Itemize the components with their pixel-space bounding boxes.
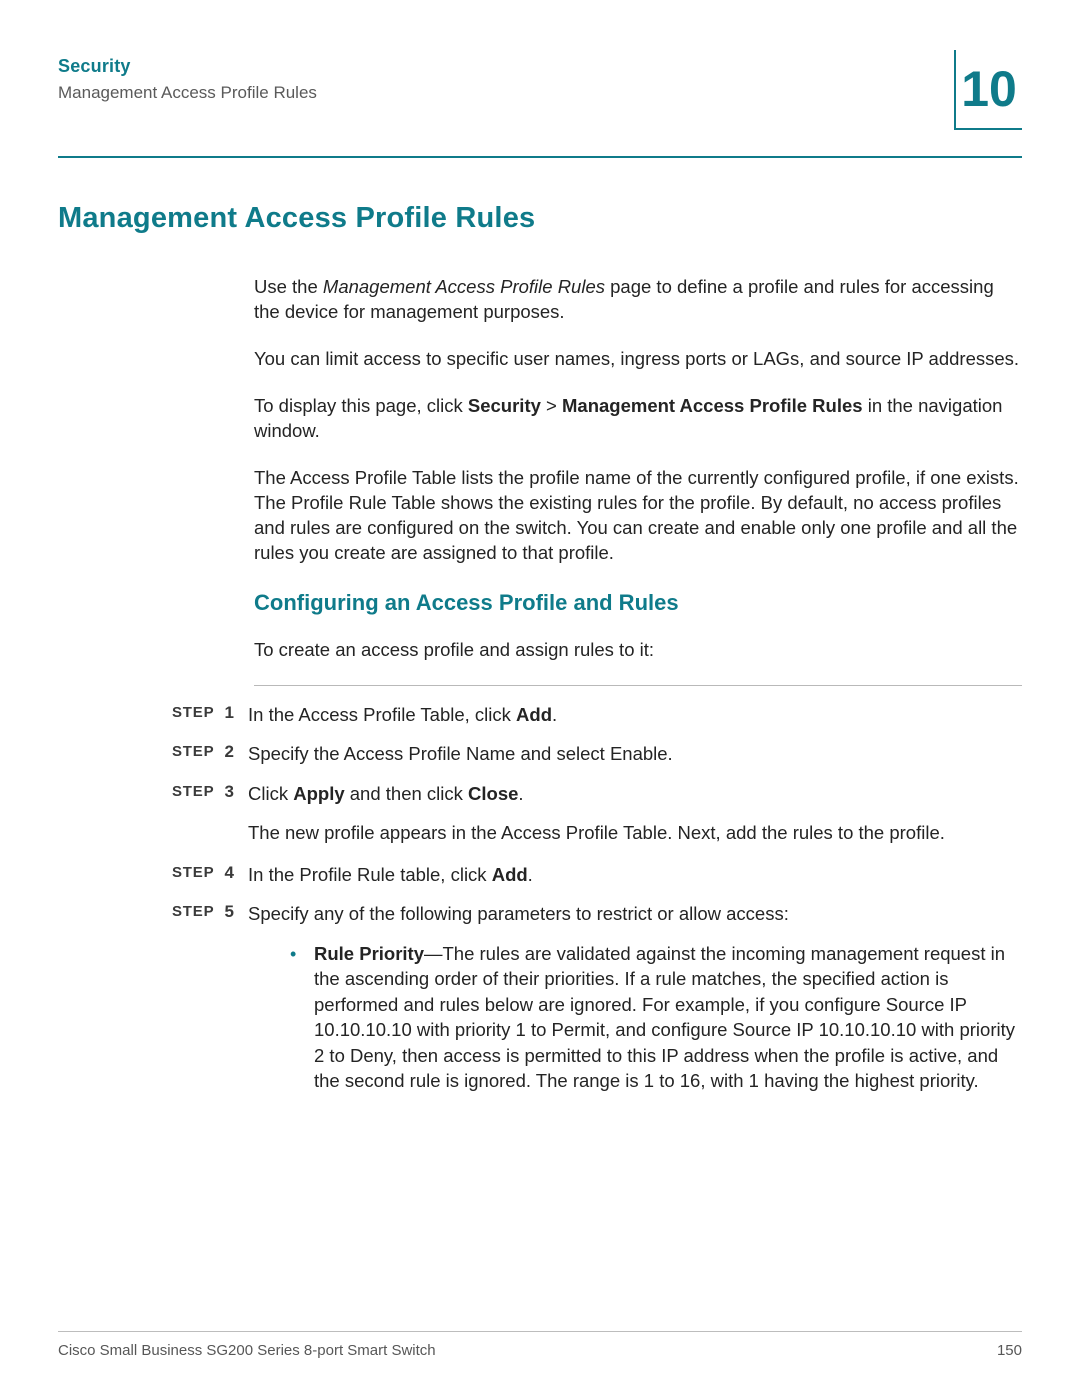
bullet-icon: • bbox=[290, 941, 314, 966]
intro-para-2: You can limit access to specific user na… bbox=[254, 347, 1022, 372]
step-4: STEP 4 In the Profile Rule table, click … bbox=[172, 862, 1022, 888]
step-5: STEP 5 Specify any of the following para… bbox=[172, 901, 1022, 927]
chapter-box: 10 bbox=[954, 50, 1022, 130]
page-footer: Cisco Small Business SG200 Series 8-port… bbox=[58, 1331, 1022, 1359]
footer-rule bbox=[58, 1331, 1022, 1332]
intro-para-4: The Access Profile Table lists the profi… bbox=[254, 466, 1022, 566]
body: Use the Management Access Profile Rules … bbox=[254, 275, 1022, 1094]
header-subsection: Management Access Profile Rules bbox=[58, 83, 1022, 103]
step-number: 1 bbox=[222, 702, 248, 723]
step-number: 2 bbox=[222, 741, 248, 762]
intro-para-1: Use the Management Access Profile Rules … bbox=[254, 275, 1022, 325]
page-header: Security Management Access Profile Rules… bbox=[58, 56, 1022, 134]
page-title: Management Access Profile Rules bbox=[58, 202, 1022, 235]
step-label: STEP bbox=[172, 741, 222, 760]
page: Security Management Access Profile Rules… bbox=[0, 0, 1080, 1397]
sub-heading: Configuring an Access Profile and Rules bbox=[254, 590, 1022, 616]
bullet-text: Rule Priority—The rules are validated ag… bbox=[314, 941, 1022, 1094]
bullet-list: • Rule Priority—The rules are validated … bbox=[290, 941, 1022, 1094]
step-2: STEP 2 Specify the Access Profile Name a… bbox=[172, 741, 1022, 767]
header-rule bbox=[58, 156, 1022, 158]
step-text: Specify the Access Profile Name and sele… bbox=[248, 741, 1022, 767]
steps: STEP 1 In the Access Profile Table, clic… bbox=[172, 702, 1022, 1094]
bullet-item: • Rule Priority—The rules are validated … bbox=[290, 941, 1022, 1094]
header-section: Security bbox=[58, 56, 1022, 77]
footer-row: Cisco Small Business SG200 Series 8-port… bbox=[58, 1342, 1022, 1359]
intro-italic: Management Access Profile Rules bbox=[323, 276, 605, 297]
step-3-followup: The new profile appears in the Access Pr… bbox=[248, 820, 1022, 846]
sub-intro: To create an access profile and assign r… bbox=[254, 638, 1022, 663]
step-label: STEP bbox=[172, 781, 222, 800]
intro-para-3: To display this page, click Security > M… bbox=[254, 394, 1022, 444]
step-divider bbox=[254, 685, 1022, 686]
chapter-number: 10 bbox=[961, 64, 1017, 114]
step-text: In the Profile Rule table, click Add. bbox=[248, 862, 1022, 888]
step-number: 5 bbox=[222, 901, 248, 922]
step-text: Click Apply and then click Close. bbox=[248, 781, 1022, 807]
step-number: 3 bbox=[222, 781, 248, 802]
step-text: Specify any of the following parameters … bbox=[248, 901, 1022, 927]
step-text: In the Access Profile Table, click Add. bbox=[248, 702, 1022, 728]
step-1: STEP 1 In the Access Profile Table, clic… bbox=[172, 702, 1022, 728]
step-label: STEP bbox=[172, 862, 222, 881]
step-number: 4 bbox=[222, 862, 248, 883]
page-number: 150 bbox=[997, 1342, 1022, 1359]
footer-left: Cisco Small Business SG200 Series 8-port… bbox=[58, 1342, 436, 1359]
step-3: STEP 3 Click Apply and then click Close. bbox=[172, 781, 1022, 807]
step-label: STEP bbox=[172, 901, 222, 920]
step-label: STEP bbox=[172, 702, 222, 721]
